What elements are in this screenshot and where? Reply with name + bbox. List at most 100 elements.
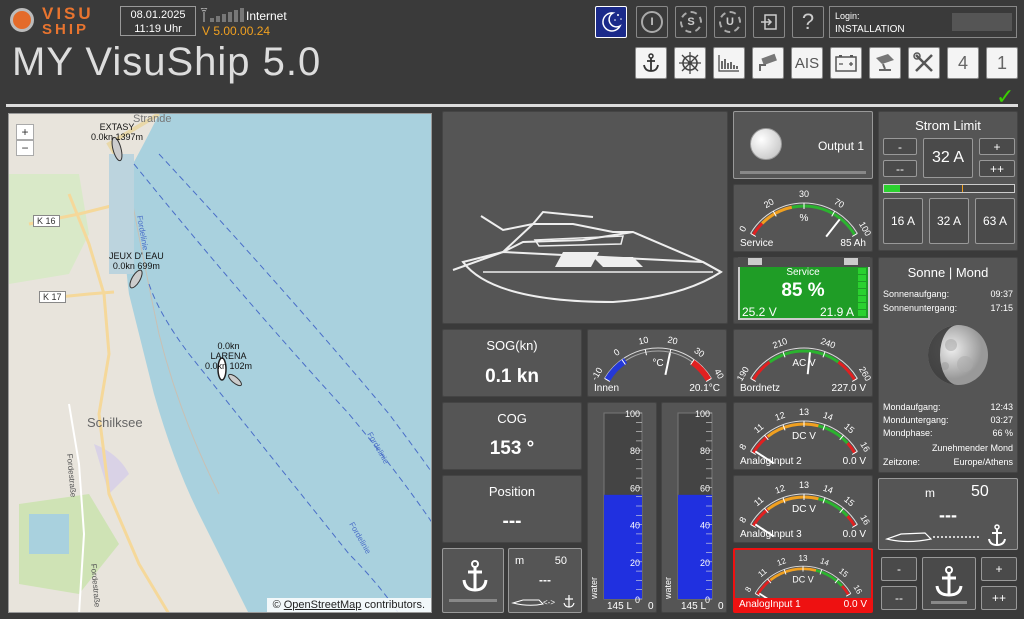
anchor-minusminus-button[interactable]: -- xyxy=(881,586,917,610)
preset-63a-button[interactable]: 63 A xyxy=(975,198,1015,244)
login-box[interactable]: Login: INSTALLATION xyxy=(829,6,1017,38)
gauge-unit: DC V xyxy=(792,431,816,442)
gauge-tick-label: 40 xyxy=(712,367,726,381)
night-mode-button[interactable] xyxy=(595,6,627,38)
service-gauge-label: Service xyxy=(740,238,774,249)
settings-s-button[interactable]: S xyxy=(675,6,707,38)
gauge-tick-label: 16 xyxy=(858,440,872,454)
page-4-label: 4 xyxy=(957,52,968,73)
tools-tab[interactable] xyxy=(908,47,940,79)
tank-fill xyxy=(604,494,642,599)
moonset-label: Monduntergang: xyxy=(883,415,949,425)
info-icon: I xyxy=(641,11,663,33)
strom-plus-button[interactable]: + xyxy=(979,138,1015,155)
gauge-tick-label: 0 xyxy=(612,347,622,358)
camera-tab[interactable] xyxy=(752,47,784,79)
ais-tab[interactable]: AIS xyxy=(791,47,823,79)
helm-tab[interactable] xyxy=(674,47,706,79)
gauge-tick-label: 13 xyxy=(799,554,808,563)
bar-chart-icon xyxy=(718,55,739,72)
gauge-tick-label: 240 xyxy=(819,336,837,351)
gauge-tick-label: 14 xyxy=(822,483,835,496)
road-badge-k16: K 16 xyxy=(33,215,60,227)
anchor-big-unit: m xyxy=(925,486,935,500)
ship-label-larena[interactable]: 0.0kn LARENA 0.0kn 102m xyxy=(205,341,252,371)
zoom-out-button[interactable]: − xyxy=(16,140,34,156)
gauge-tick-label: 11 xyxy=(752,494,766,508)
gauge-unit: DC V xyxy=(792,504,816,515)
yacht-icon xyxy=(452,210,723,304)
service-gauge-value: 85 Ah xyxy=(840,238,866,249)
tank-value: 145 L xyxy=(607,601,632,612)
strom-minus-button[interactable]: - xyxy=(883,138,917,155)
anchor-plusplus-button[interactable]: ++ xyxy=(981,586,1017,610)
anchor-drop-button[interactable] xyxy=(922,557,976,610)
output-1-button[interactable]: Output 1 xyxy=(733,111,873,179)
settings-icon: S xyxy=(680,11,702,33)
tank-tick-label: 40 xyxy=(630,521,640,531)
anchor-big-display: m 50 --- xyxy=(878,478,1018,550)
svg-text:<->: <-> xyxy=(543,598,555,607)
anchor-small-unit: m xyxy=(515,555,525,567)
chart-tab[interactable] xyxy=(713,47,745,79)
tank-tick-label: 20 xyxy=(700,558,710,568)
info-button[interactable]: I xyxy=(636,6,668,38)
tank-zero: 0 xyxy=(648,601,654,612)
logo-text-bottom: SHIP xyxy=(42,21,90,38)
dc-gauge-analog-2: 8 11 12 13 14 15 16 DC V AnalogInput 2 0.0 V xyxy=(733,402,873,470)
ship-label-extasy[interactable]: EXTASY 0.0kn 1397m xyxy=(91,122,143,142)
moon-phase-name: Zunehmender Mond xyxy=(931,443,1013,453)
tank-gauge-2: 100 80 60 40 20 0 water 145 L0 xyxy=(661,402,727,613)
satellite-tab[interactable] xyxy=(869,47,901,79)
anchor-small-dash: --- xyxy=(539,573,551,587)
position-panel: Position --- xyxy=(442,475,582,543)
strom-minusminus-button[interactable]: -- xyxy=(883,160,917,177)
gauge-tick-label: 20 xyxy=(667,335,679,347)
anchor-icon xyxy=(643,53,659,72)
page-4-tab[interactable]: 4 xyxy=(947,47,979,79)
login-field[interactable] xyxy=(952,13,1012,31)
tank-tick-label: 80 xyxy=(700,446,710,456)
preset-16a-button[interactable]: 16 A xyxy=(883,198,923,244)
gauge-tick-label: 190 xyxy=(735,365,751,383)
gauge-needle xyxy=(825,218,841,238)
osm-link[interactable]: OpenStreetMap xyxy=(284,599,362,611)
page-1-tab[interactable]: 1 xyxy=(986,47,1018,79)
map-view[interactable]: Strande Schilksee Fordestraße Fordestraß… xyxy=(8,113,432,613)
tank-tick-label: 20 xyxy=(630,558,640,568)
strom-limit-panel: Strom Limit - -- 32 A + ++ 16 A 32 A 63 … xyxy=(878,111,1018,251)
timezone-value: Europe/Athens xyxy=(953,457,1013,467)
preset-32a-button[interactable]: 32 A xyxy=(929,198,969,244)
map-label-fordelinie3: Fordelinie xyxy=(347,521,373,556)
anchor-plus-button[interactable]: + xyxy=(981,557,1017,581)
gauge-unit: DC V xyxy=(792,574,813,584)
tank-tick-label: 60 xyxy=(700,483,710,493)
user-button[interactable]: U xyxy=(714,6,746,38)
bordnetz-gauge: 190 210 240 260 AC V Bordnetz 227.0 V xyxy=(733,329,873,397)
gauge-tick-label: 10 xyxy=(637,335,649,347)
help-button[interactable]: ? xyxy=(792,6,824,38)
battery-percent: 85 % xyxy=(781,280,825,301)
sun-moon-panel: Sonne | Mond Sonnenaufgang: 09:37 Sonnenu… xyxy=(878,257,1018,473)
cog-value: 153 ° xyxy=(489,438,535,459)
ship-label-jeux-deau[interactable]: JEUX D' EAU 0.0kn 699m xyxy=(109,251,164,271)
output-label: Output 1 xyxy=(817,139,864,153)
gauge-unit: % xyxy=(800,213,809,224)
logout-button[interactable] xyxy=(753,6,785,38)
gauge-tick-label: 12 xyxy=(774,410,787,423)
gauge-tick-label: 30 xyxy=(692,345,706,359)
moonrise-label: Mondaufgang: xyxy=(883,402,941,412)
anchor-small-button[interactable] xyxy=(442,548,504,613)
tank-tick-label: 60 xyxy=(630,483,640,493)
gauge-tick-label: 20 xyxy=(762,197,776,211)
satellite-icon xyxy=(876,54,894,71)
tank-name: water xyxy=(589,577,599,600)
moonset-value: 03:27 xyxy=(990,415,1013,425)
battery-tab[interactable] xyxy=(830,47,862,79)
zoom-in-button[interactable]: + xyxy=(16,124,34,140)
header-divider xyxy=(6,104,1018,107)
strom-plusplus-button[interactable]: ++ xyxy=(979,160,1015,177)
anchor-minus-button[interactable]: - xyxy=(881,557,917,581)
sunset-value: 17:15 xyxy=(990,303,1013,313)
anchor-tab[interactable] xyxy=(635,47,667,79)
